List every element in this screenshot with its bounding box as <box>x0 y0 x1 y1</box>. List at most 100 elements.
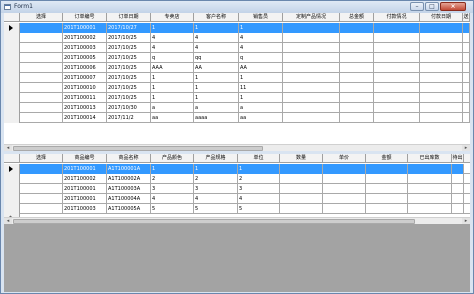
table-cell[interactable]: AA <box>194 63 239 73</box>
table-cell[interactable] <box>283 43 340 53</box>
column-header[interactable]: 订单日期 <box>107 13 151 22</box>
column-header[interactable]: 付款日期 <box>420 13 463 22</box>
row-header[interactable] <box>4 53 20 63</box>
table-cell[interactable] <box>374 113 420 123</box>
table-cell[interactable]: 4 <box>239 43 283 53</box>
table-cell[interactable] <box>374 33 420 43</box>
table-cell[interactable]: AA <box>239 63 283 73</box>
table-cell[interactable] <box>340 113 374 123</box>
table-cell[interactable] <box>340 103 374 113</box>
table-cell[interactable] <box>340 83 374 93</box>
table-cell[interactable] <box>374 63 420 73</box>
maximize-button[interactable]: □ <box>425 2 439 11</box>
table-cell[interactable] <box>280 194 323 204</box>
table-cell[interactable]: 2017/10/25 <box>107 43 151 53</box>
table-cell[interactable] <box>463 43 470 53</box>
table-cell[interactable] <box>374 73 420 83</box>
table-cell[interactable]: 4 <box>151 43 194 53</box>
table-cell[interactable]: 5 <box>238 204 280 214</box>
table-cell[interactable] <box>340 23 374 33</box>
table-cell[interactable]: 4 <box>194 33 239 43</box>
select-cell[interactable] <box>20 103 63 113</box>
table-cell[interactable]: a <box>239 103 283 113</box>
column-header[interactable]: 总金额 <box>340 13 374 22</box>
table-cell[interactable]: 4 <box>238 194 280 204</box>
column-header[interactable]: 商品名称 <box>107 154 151 163</box>
table-cell[interactable]: 201T100010 <box>63 83 107 93</box>
table-cell[interactable] <box>463 33 470 43</box>
table-cell[interactable] <box>452 164 464 174</box>
select-cell[interactable] <box>20 194 63 204</box>
table-cell[interactable] <box>374 43 420 53</box>
row-header[interactable] <box>4 194 20 204</box>
select-cell[interactable] <box>20 43 63 53</box>
table-cell[interactable]: 201T100002 <box>63 33 107 43</box>
select-cell[interactable] <box>20 174 63 184</box>
table-cell[interactable]: 1 <box>151 83 194 93</box>
table-cell[interactable] <box>340 73 374 83</box>
table-row[interactable]: 201T100001 A1T100004A 4 4 4 <box>4 194 470 204</box>
table-cell[interactable]: 201T100007 <box>63 73 107 83</box>
row-header[interactable] <box>4 184 20 194</box>
table-cell[interactable] <box>283 83 340 93</box>
table-cell[interactable] <box>366 164 408 174</box>
row-header[interactable] <box>4 43 20 53</box>
table-cell[interactable] <box>283 63 340 73</box>
column-header[interactable]: 专卖店 <box>151 13 194 22</box>
column-header[interactable]: 数量 <box>280 154 323 163</box>
table-cell[interactable] <box>374 53 420 63</box>
table-cell[interactable]: 201T100001 <box>63 164 107 174</box>
table-cell[interactable] <box>420 33 463 43</box>
table-cell[interactable] <box>420 23 463 33</box>
column-header[interactable]: 订单编号 <box>63 13 107 22</box>
table-cell[interactable]: 2017/10/27 <box>107 23 151 33</box>
table-cell[interactable] <box>420 43 463 53</box>
table-row[interactable]: 201T100007 2017/10/25 1 1 1 <box>4 73 470 83</box>
column-header[interactable]: 单位 <box>238 154 280 163</box>
table-cell[interactable] <box>408 174 452 184</box>
table-cell[interactable] <box>340 33 374 43</box>
table-cell[interactable] <box>463 83 470 93</box>
column-header[interactable]: 已出库数 <box>408 154 452 163</box>
row-header[interactable] <box>4 83 20 93</box>
column-header[interactable]: 产品颜色 <box>151 154 194 163</box>
table-cell[interactable] <box>452 184 464 194</box>
table-cell[interactable]: 1 <box>151 73 194 83</box>
table-cell[interactable]: 201T100013 <box>63 103 107 113</box>
table-cell[interactable]: 1 <box>151 23 194 33</box>
table-cell[interactable]: 3 <box>151 184 194 194</box>
select-cell[interactable] <box>20 33 63 43</box>
table-row[interactable]: 201T100006 2017/10/25 AAA AA AA <box>4 63 470 73</box>
table-cell[interactable]: 4 <box>194 43 239 53</box>
table-cell[interactable]: A1T100002A <box>107 174 151 184</box>
table-cell[interactable] <box>283 23 340 33</box>
table-cell[interactable] <box>366 194 408 204</box>
table-cell[interactable]: qq <box>194 53 239 63</box>
table-cell[interactable] <box>323 204 366 214</box>
title-bar[interactable]: Form1 – □ × <box>1 1 473 13</box>
table-cell[interactable]: 2 <box>238 174 280 184</box>
column-header[interactable]: 待出 <box>452 154 464 163</box>
table-row[interactable]: 201T100001 A1T100003A 3 3 3 <box>4 184 470 194</box>
table-cell[interactable]: 1 <box>151 93 194 103</box>
table-cell[interactable] <box>420 53 463 63</box>
table-cell[interactable]: A1T100005A <box>107 204 151 214</box>
table-cell[interactable]: A1T100004A <box>107 194 151 204</box>
table-row[interactable]: 201T100003 2017/10/25 4 4 4 <box>4 43 470 53</box>
row-header[interactable] <box>4 33 20 43</box>
table-cell[interactable] <box>283 103 340 113</box>
column-header[interactable]: 付款情况 <box>374 13 420 22</box>
select-cell[interactable] <box>20 83 63 93</box>
row-header[interactable] <box>4 23 20 33</box>
select-cell[interactable] <box>20 73 63 83</box>
select-cell[interactable] <box>20 93 63 103</box>
table-cell[interactable] <box>340 63 374 73</box>
table-cell[interactable] <box>420 83 463 93</box>
table-cell[interactable]: 4 <box>151 33 194 43</box>
table-cell[interactable] <box>366 174 408 184</box>
table-cell[interactable]: 2017/10/25 <box>107 93 151 103</box>
table-cell[interactable] <box>463 73 470 83</box>
row-header[interactable] <box>4 204 20 214</box>
table-cell[interactable] <box>463 103 470 113</box>
table-cell[interactable] <box>366 204 408 214</box>
